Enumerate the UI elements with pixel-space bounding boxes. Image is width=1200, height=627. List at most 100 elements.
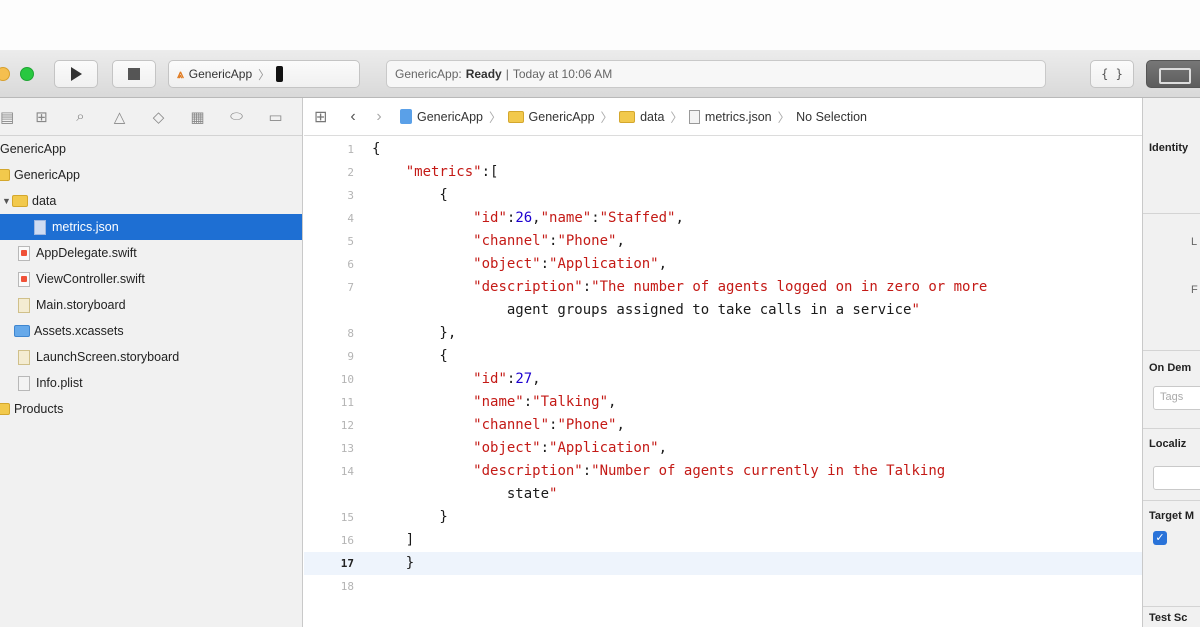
tree-item-products[interactable]: Products <box>0 396 302 422</box>
inspector-identity-header: Identity <box>1149 142 1189 154</box>
folder-icon <box>619 110 636 123</box>
line-number: 14 <box>340 465 354 478</box>
line-number: 11 <box>340 396 354 409</box>
storyboard-file-icon <box>18 297 30 313</box>
report-icon[interactable]: ▭ <box>256 98 295 136</box>
code-text: "description":"The number of agents logg… <box>473 279 988 295</box>
code-line[interactable]: 1{ <box>304 138 1142 161</box>
code-line[interactable]: 11 "name":"Talking", <box>304 391 1142 414</box>
folder-icon <box>0 403 10 415</box>
navigator-toggle-button[interactable] <box>1146 60 1200 88</box>
code-text: } <box>372 509 448 525</box>
breadcrumb-file[interactable]: metrics.json 〉 <box>688 107 796 126</box>
code-line[interactable]: 4 "id":26,"name":"Staffed", <box>304 207 1142 230</box>
code-line[interactable]: 9 { <box>304 345 1142 368</box>
target-membership-checkbox[interactable]: ✓ <box>1153 531 1167 545</box>
tree-item-group-genericapp[interactable]: GenericApp <box>0 162 302 188</box>
code-line[interactable]: 16 ] <box>304 529 1142 552</box>
stop-button[interactable] <box>112 60 156 88</box>
search-icon[interactable]: ⌕ <box>61 98 100 136</box>
code-line[interactable]: 15 } <box>304 506 1142 529</box>
play-icon <box>70 67 82 81</box>
disclosure-triangle-icon[interactable]: ▼ <box>2 196 12 206</box>
code-line[interactable]: 5 "channel":"Phone", <box>304 230 1142 253</box>
tree-item-folder-data[interactable]: ▼ data <box>0 188 302 214</box>
localize-button[interactable] <box>1153 466 1200 490</box>
line-number: 13 <box>340 442 354 455</box>
code-line[interactable]: state" <box>304 483 1142 506</box>
breakpoint-icon[interactable]: ⬭ <box>217 98 256 136</box>
breadcrumb-chevron-icon: 〉 <box>489 111 502 125</box>
code-text: "object":"Application", <box>473 440 668 456</box>
plist-file-icon <box>18 375 30 391</box>
tree-item-launchscreen[interactable]: LaunchScreen.storyboard <box>0 344 302 370</box>
tree-item-appdelegate[interactable]: AppDelegate.swift <box>0 240 302 266</box>
minimize-button[interactable] <box>0 67 10 81</box>
storyboard-file-icon <box>18 349 30 365</box>
run-button[interactable] <box>54 60 98 88</box>
breadcrumb-data[interactable]: data 〉 <box>619 107 689 126</box>
code-line[interactable]: agent groups assigned to take calls in a… <box>304 299 1142 322</box>
code-line[interactable]: 14 "description":"Number of agents curre… <box>304 460 1142 483</box>
inspector-divider <box>1143 350 1200 351</box>
inspector-divider <box>1143 500 1200 501</box>
line-number: 16 <box>340 534 354 547</box>
tree-item-label: data <box>32 194 57 208</box>
breadcrumb-no-selection[interactable]: No Selection <box>796 110 867 124</box>
tree-item-label: Assets.xcassets <box>34 324 124 338</box>
standard-editor-button[interactable]: { } <box>1090 60 1134 88</box>
tags-input[interactable]: Tags <box>1153 386 1200 410</box>
source-control-icon[interactable]: ⊞ <box>22 98 61 136</box>
warning-icon[interactable]: △ <box>100 98 139 136</box>
code-line[interactable]: 2 "metrics":[ <box>304 161 1142 184</box>
line-number: 8 <box>347 327 354 340</box>
tree-item-info-plist[interactable]: Info.plist <box>0 370 302 396</box>
line-number: 12 <box>340 419 354 432</box>
code-line[interactable]: 3 { <box>304 184 1142 207</box>
code-text: agent groups assigned to take calls in a… <box>372 302 920 318</box>
tree-item-metrics-json[interactable]: metrics.json <box>0 214 302 240</box>
json-file-icon <box>688 109 700 124</box>
code-text: { <box>372 348 448 364</box>
code-line[interactable]: 13 "object":"Application", <box>304 437 1142 460</box>
code-line[interactable]: 18 <box>304 575 1142 598</box>
line-number: 18 <box>340 580 354 593</box>
zoom-button[interactable] <box>20 67 34 81</box>
inspector-target-header: Target M <box>1149 510 1195 522</box>
tree-item-label: ViewController.swift <box>36 272 145 286</box>
code-line[interactable]: 6 "object":"Application", <box>304 253 1142 276</box>
related-items-icon[interactable]: ⊞ <box>314 107 340 127</box>
tree-item-assets[interactable]: Assets.xcassets <box>0 318 302 344</box>
folder-icon[interactable]: ▤ <box>0 98 22 136</box>
debug-icon[interactable]: ▦ <box>178 98 217 136</box>
navigator-tabs: ▤ ⊞ ⌕ △ ◇ ▦ ⬭ ▭ <box>0 98 302 136</box>
test-icon[interactable]: ◇ <box>139 98 178 136</box>
code-line[interactable]: 7 "description":"The number of agents lo… <box>304 276 1142 299</box>
breadcrumb-group[interactable]: GenericApp 〉 <box>507 107 620 126</box>
breadcrumb-project[interactable]: GenericApp 〉 <box>400 107 508 126</box>
scheme-selector[interactable]: ⩓ GenericApp 〉 <box>168 60 360 88</box>
line-number: 10 <box>340 373 354 386</box>
code-text: { <box>372 141 381 157</box>
line-number: 5 <box>347 235 354 248</box>
app-icon: ⩓ <box>177 66 184 81</box>
tree-item-label: GenericApp <box>14 168 81 182</box>
code-line[interactable]: 12 "channel":"Phone", <box>304 414 1142 437</box>
tree-item-main-storyboard[interactable]: Main.storyboard <box>0 292 302 318</box>
assets-folder-icon <box>14 325 30 337</box>
code-line[interactable]: 8 }, <box>304 322 1142 345</box>
code-text: "channel":"Phone", <box>473 233 625 249</box>
inspector-on-demand-header: On Dem <box>1149 362 1192 374</box>
folder-icon <box>507 110 524 123</box>
breadcrumb-label: GenericApp <box>417 109 484 124</box>
forward-arrow-icon[interactable]: › <box>366 108 392 126</box>
back-arrow-icon[interactable]: ‹ <box>340 108 366 126</box>
tree-item-project[interactable]: GenericApp <box>0 136 302 162</box>
breadcrumb-chevron-icon: 〉 <box>777 111 791 125</box>
activity-time: Today at 10:06 AM <box>512 67 613 81</box>
code-line[interactable]: 10 "id":27, <box>304 368 1142 391</box>
tree-item-viewcontroller[interactable]: ViewController.swift <box>0 266 302 292</box>
line-number: 1 <box>347 143 354 156</box>
code-line[interactable]: 17 } <box>304 552 1142 575</box>
tree-item-label: AppDelegate.swift <box>36 246 137 260</box>
